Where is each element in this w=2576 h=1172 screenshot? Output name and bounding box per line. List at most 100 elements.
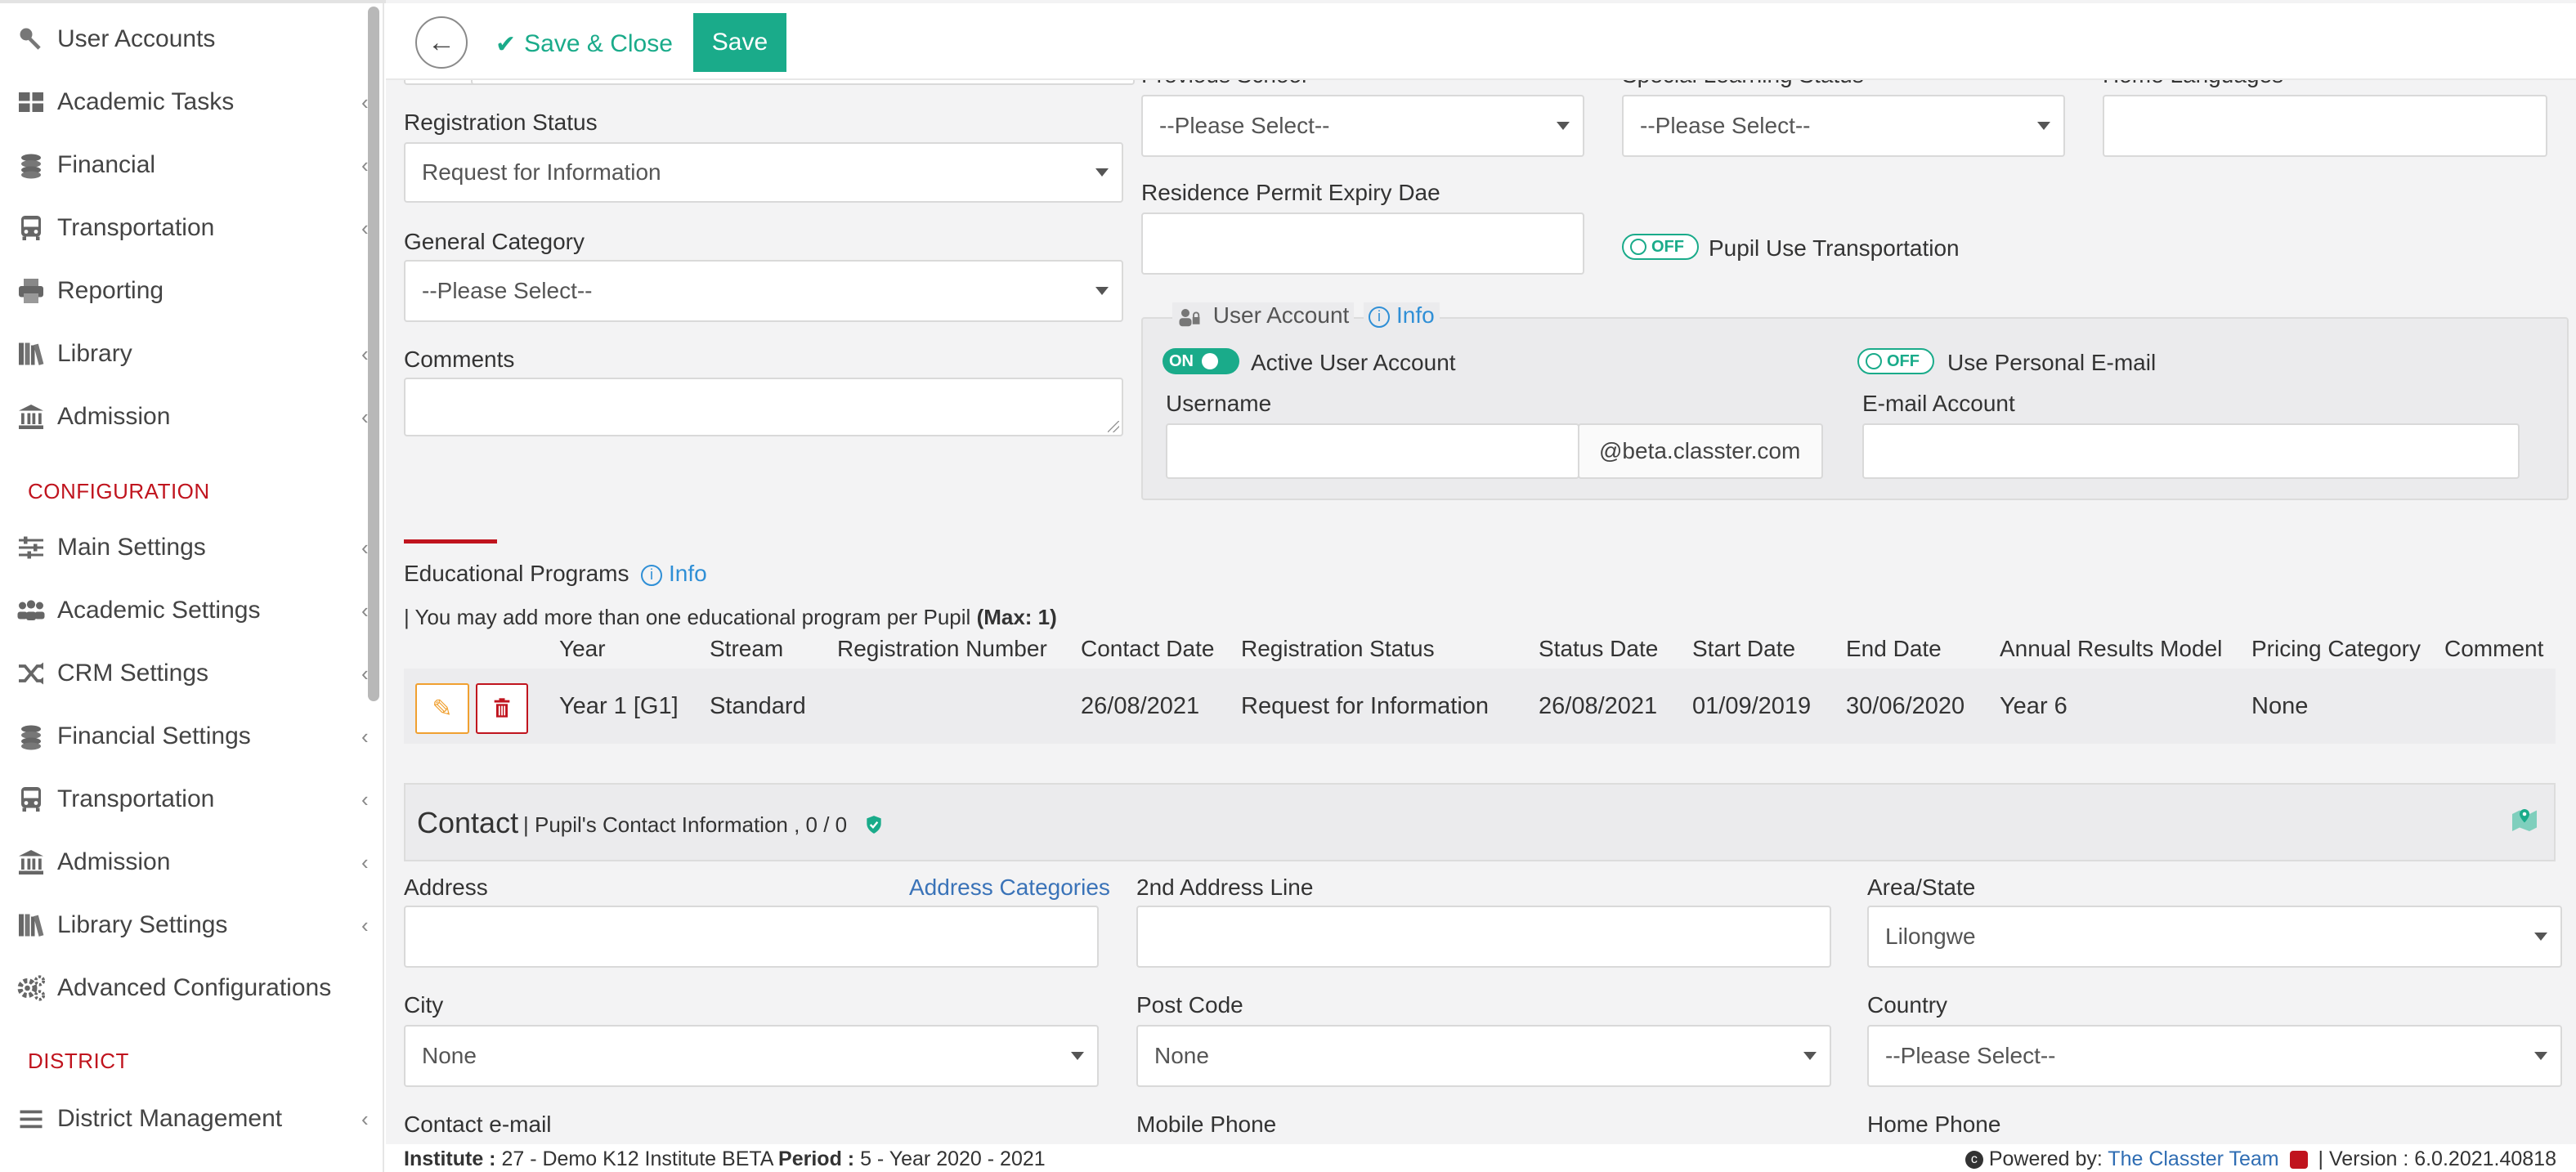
domain-suffix-addon: @beta.classter.com	[1578, 423, 1823, 479]
home-phone-label: Home Phone	[1867, 1112, 2001, 1137]
username-input[interactable]	[1166, 423, 1579, 479]
postcode-select[interactable]: None	[1136, 1025, 1831, 1087]
save-button[interactable]: Save	[693, 13, 786, 72]
gears-icon	[15, 972, 47, 1004]
educational-programs-info-link[interactable]: i Info	[641, 561, 707, 587]
sidebar-item-academic-tasks[interactable]: Academic Tasks ‹	[0, 78, 384, 127]
area-state-value: Lilongwe	[1885, 924, 1976, 949]
bus-icon	[15, 212, 47, 244]
contact-title: Contact	[417, 806, 519, 839]
email-account-label: E-mail Account	[1862, 391, 2015, 416]
pupil-transport-toggle[interactable]: OFF	[1622, 234, 1699, 260]
sidebar-item-label: Academic Settings	[57, 597, 261, 624]
sidebar-item-label: Financial Settings	[57, 722, 251, 749]
country-select[interactable]: --Please Select--	[1867, 1025, 2562, 1087]
caret-down-icon	[1803, 1052, 1817, 1060]
user-account-info-link[interactable]: i Info	[1364, 302, 1440, 329]
toggle-state: OFF	[1887, 351, 1920, 370]
column-pricing-category: Pricing Category	[2251, 636, 2421, 661]
address-categories-link[interactable]: Address Categories	[909, 875, 1110, 901]
sidebar-item-library-settings[interactable]: Library Settings ‹	[0, 901, 384, 950]
sidebar-item-reporting[interactable]: Reporting	[0, 266, 384, 315]
active-user-account-toggle[interactable]: ON	[1163, 348, 1239, 374]
sidebar-item-label: Main Settings	[57, 534, 206, 561]
sidebar-item-financial-settings[interactable]: Financial Settings ‹	[0, 712, 384, 761]
classter-logo-icon	[2289, 1151, 2308, 1170]
email-account-input[interactable]	[1862, 423, 2520, 479]
general-category-select[interactable]: --Please Select--	[404, 260, 1123, 322]
residence-permit-input[interactable]	[1141, 212, 1584, 275]
info-icon: i	[641, 564, 662, 586]
edit-program-button[interactable]: ✎	[415, 683, 469, 734]
resize-grip-icon[interactable]	[1108, 421, 1119, 432]
sidebar-item-academic-settings[interactable]: Academic Settings ‹	[0, 586, 384, 635]
sidebar-item-crm-settings[interactable]: CRM Settings ‹	[0, 649, 384, 698]
users-icon	[15, 594, 47, 627]
sidebar-item-label: Advanced Configurations	[57, 974, 332, 1001]
mobile-phone-label: Mobile Phone	[1136, 1112, 1277, 1137]
use-personal-email-toggle[interactable]: OFF	[1857, 348, 1934, 374]
sidebar-item-transportation[interactable]: Transportation ‹	[0, 204, 384, 253]
previous-school-value: --Please Select--	[1159, 113, 1330, 138]
sidebar-item-library[interactable]: Library ‹	[0, 329, 384, 378]
institute-info: Institute : 27 - Demo K12 Institute BETA…	[404, 1147, 1046, 1170]
address2-input[interactable]	[1136, 906, 1831, 968]
map-marker-icon[interactable]	[2510, 804, 2539, 838]
menu-lines-icon	[15, 1103, 47, 1135]
chevron-left-icon: ‹	[361, 152, 369, 177]
books-icon	[15, 338, 47, 370]
sidebar-item-transportation-settings[interactable]: Transportation ‹	[0, 775, 384, 824]
sidebar-item-user-accounts[interactable]: User Accounts	[0, 15, 384, 64]
sidebar-item-admission[interactable]: Admission ‹	[0, 392, 384, 441]
column-year: Year	[559, 636, 606, 661]
pencil-icon: ✎	[432, 695, 453, 722]
delete-program-button[interactable]	[476, 683, 528, 734]
programs-note: | You may add more than one educational …	[404, 605, 1057, 629]
use-personal-email-label: Use Personal E-mail	[1947, 350, 2157, 375]
sidebar-item-advanced-configurations[interactable]: Advanced Configurations	[0, 964, 384, 1013]
sidebar-item-financial[interactable]: Financial ‹	[0, 141, 384, 190]
toggle-knob	[1202, 353, 1218, 369]
address-input[interactable]	[404, 906, 1099, 968]
column-registration-status: Registration Status	[1241, 636, 1435, 661]
classter-team-link[interactable]: The Classter Team	[2108, 1147, 2278, 1170]
city-select[interactable]: None	[404, 1025, 1099, 1087]
sidebar-item-main-settings[interactable]: Main Settings ‹	[0, 523, 384, 572]
chevron-left-icon: ‹	[361, 1106, 369, 1131]
dashboard-grid-icon	[15, 86, 47, 119]
area-state-select[interactable]: Lilongwe	[1867, 906, 2562, 968]
institute-value: 27 - Demo K12 Institute BETA	[501, 1147, 773, 1170]
home-languages-input[interactable]	[2103, 95, 2547, 157]
sidebar-item-label: Financial	[57, 151, 156, 178]
registration-status-label: Registration Status	[404, 110, 598, 135]
sidebar-item-label: Admission	[57, 848, 171, 875]
column-annual-results-model: Annual Results Model	[2000, 636, 2223, 661]
sidebar-item-label: CRM Settings	[57, 660, 209, 687]
save-and-close-button[interactable]: ✔ Save & Close	[495, 16, 673, 72]
special-learning-select[interactable]: --Please Select--	[1622, 95, 2065, 157]
check-icon: ✔	[495, 30, 517, 58]
comments-textarea[interactable]	[404, 378, 1123, 436]
contact-email-label: Contact e-mail	[404, 1112, 552, 1137]
special-learning-value: --Please Select--	[1640, 113, 1811, 138]
column-end-date: End Date	[1846, 636, 1942, 661]
cell-year: Year 1 [G1]	[559, 693, 679, 719]
registration-status-select[interactable]: Request for Information	[404, 142, 1123, 203]
cell-start-date: 01/09/2019	[1692, 693, 1812, 719]
toggle-knob	[1630, 239, 1646, 255]
chevron-left-icon: ‹	[361, 723, 369, 749]
back-button[interactable]: ←	[415, 16, 468, 69]
cell-pricing-category: None	[2251, 693, 2309, 719]
sidebar-item-district-management[interactable]: District Management ‹	[0, 1094, 384, 1143]
chevron-left-icon: ‹	[361, 215, 369, 240]
previous-school-select[interactable]: --Please Select--	[1141, 95, 1584, 157]
shuffle-icon	[15, 657, 47, 690]
version-text: | Version : 6.0.2021.40818	[2318, 1147, 2556, 1170]
column-start-date: Start Date	[1692, 636, 1796, 661]
toggle-state: ON	[1169, 351, 1194, 370]
period-label: Period :	[778, 1147, 855, 1170]
sidebar-item-label: Library Settings	[57, 911, 228, 938]
caret-down-icon	[1557, 122, 1570, 130]
user-lock-icon	[1177, 306, 1202, 328]
sidebar-item-admission-settings[interactable]: Admission ‹	[0, 838, 384, 887]
